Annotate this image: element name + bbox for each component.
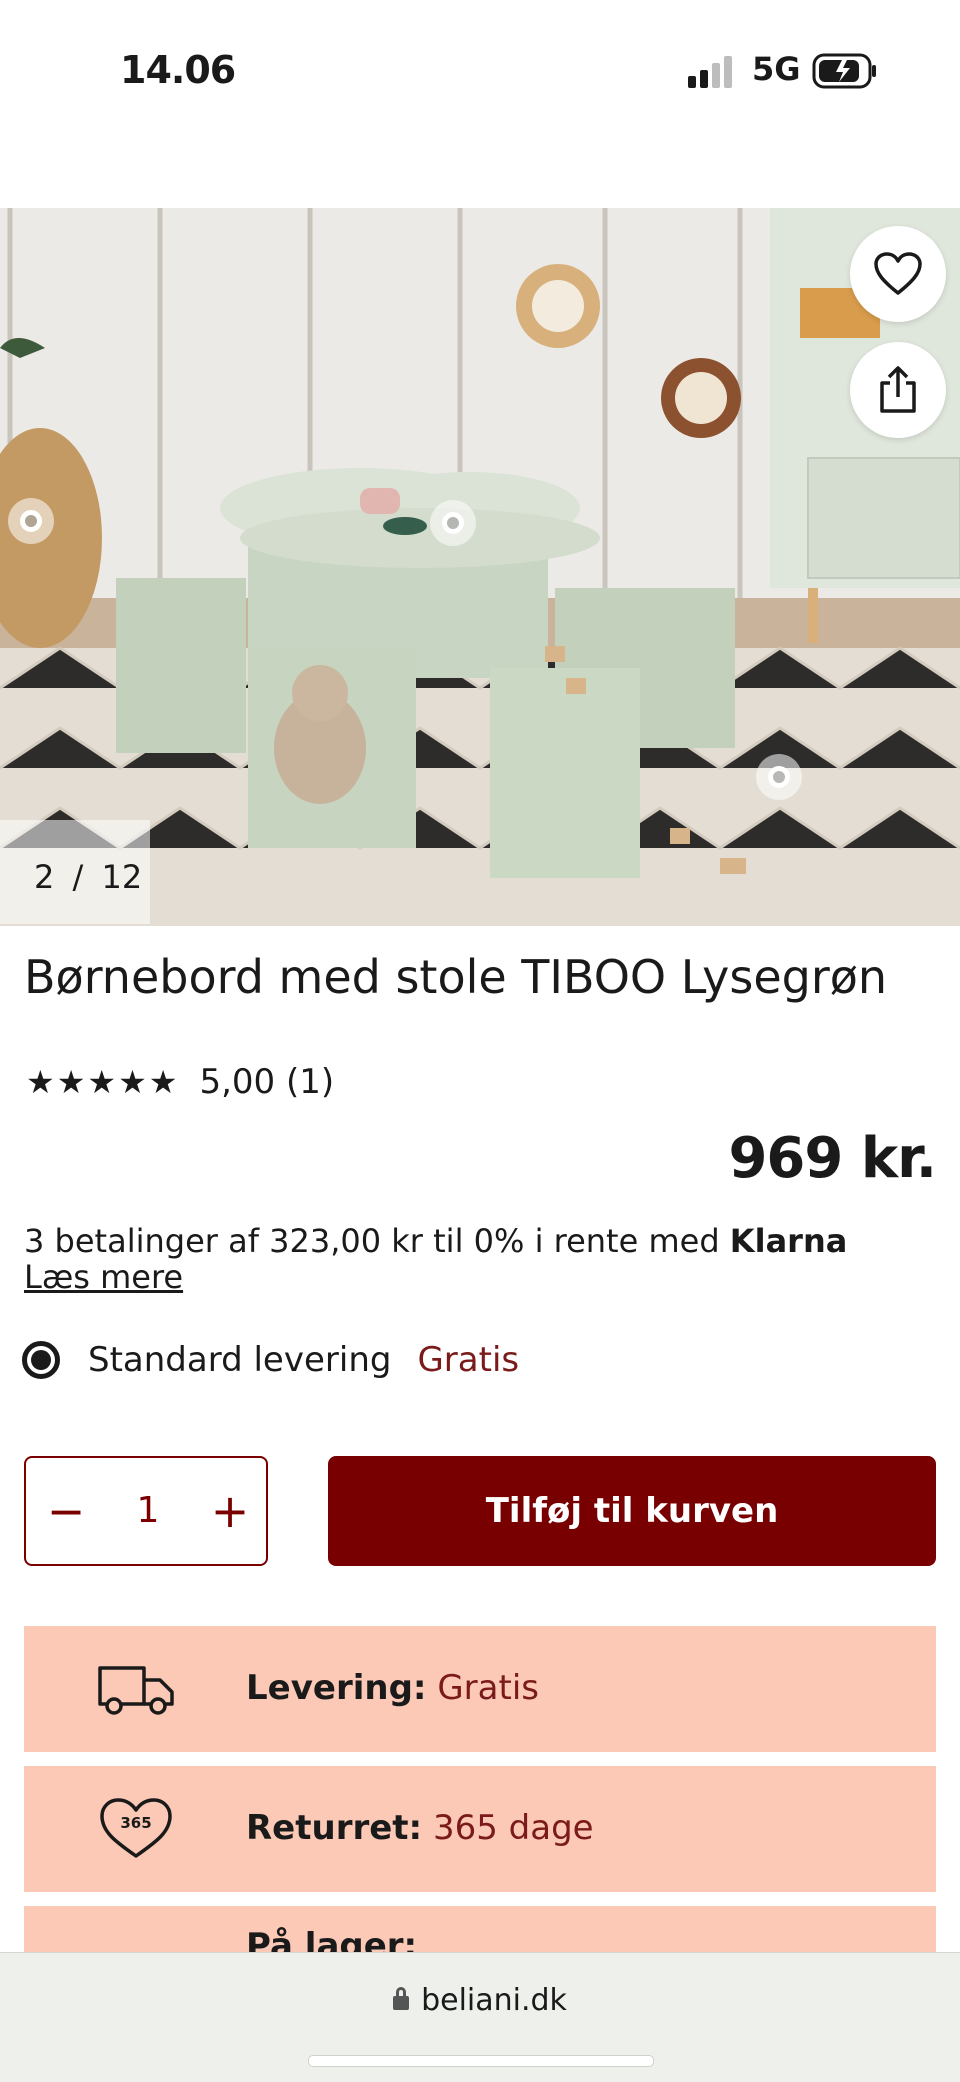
product-title: Børnebord med stole TIBOO Lysegrøn — [24, 950, 888, 1004]
quantity-decrease-button[interactable]: − — [38, 1476, 94, 1546]
read-more-link[interactable]: Læs mere — [24, 1258, 183, 1296]
status-bar: 14.06 5G — [0, 0, 960, 140]
browser-address-bar[interactable]: beliani.dk — [0, 1952, 960, 2082]
share-button[interactable] — [850, 342, 946, 438]
delivery-option[interactable]: Standard levering Gratis — [22, 1340, 519, 1380]
quantity-value[interactable]: 1 — [116, 1476, 180, 1546]
info-value: 365 dage — [432, 1808, 594, 1848]
signal-icon — [688, 56, 732, 88]
info-value: Gratis — [437, 1668, 539, 1708]
image-hotspot[interactable] — [8, 498, 54, 544]
network-label: 5G — [752, 50, 801, 88]
info-label: Returret: — [246, 1808, 423, 1848]
product-image-gallery[interactable]: 2 / 12 — [0, 208, 960, 926]
share-icon — [880, 366, 916, 413]
info-delivery: Levering: Gratis — [24, 1626, 936, 1752]
wishlist-button[interactable] — [850, 226, 946, 322]
quantity-increase-button[interactable]: + — [202, 1476, 258, 1546]
battery-icon — [812, 53, 876, 89]
counter-current: 2 — [34, 858, 55, 896]
installment-text: 3 betalinger af 323,00 kr til 0% i rente… — [24, 1222, 730, 1260]
product-rating[interactable]: ★★★★★ 5,00 (1) — [26, 1062, 334, 1102]
image-hotspot[interactable] — [756, 754, 802, 800]
url-text: beliani.dk — [421, 1983, 567, 2018]
product-photo — [0, 208, 960, 926]
truck-icon — [98, 1666, 174, 1715]
counter-total: 12 — [101, 858, 143, 896]
product-price: 969 kr. — [728, 1126, 937, 1191]
return-365-badge: 365 — [120, 1814, 151, 1832]
lock-icon — [393, 1987, 410, 2010]
return-365-icon: 365 — [100, 1798, 172, 1858]
heart-icon — [874, 252, 922, 295]
url-display[interactable]: beliani.dk — [0, 1983, 960, 2018]
delivery-price: Gratis — [417, 1340, 520, 1380]
rating-value: 5,00 (1) — [199, 1062, 335, 1102]
delivery-radio[interactable] — [22, 1341, 60, 1379]
home-indicator[interactable] — [308, 2055, 654, 2067]
add-to-cart-button[interactable]: Tilføj til kurven — [328, 1456, 936, 1566]
image-hotspot[interactable] — [430, 500, 476, 546]
info-label: Levering: — [246, 1668, 427, 1708]
delivery-label: Standard levering — [88, 1340, 392, 1380]
info-returns: 365 Returret: 365 dage — [24, 1766, 936, 1892]
image-counter: 2 / 12 — [0, 820, 150, 924]
klarna-logo: Klarna — [729, 1222, 848, 1260]
star-rating-icon: ★★★★★ — [26, 1063, 180, 1101]
counter-separator: / — [72, 858, 84, 896]
quantity-stepper[interactable]: − 1 + — [24, 1456, 268, 1566]
status-time: 14.06 — [120, 48, 236, 92]
installment-info: 3 betalinger af 323,00 kr til 0% i rente… — [24, 1222, 847, 1260]
